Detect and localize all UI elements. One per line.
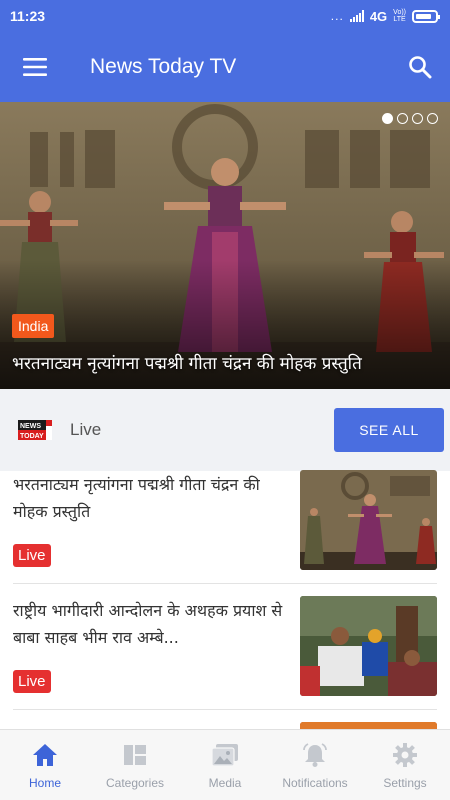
featured-story-carousel[interactable]: India भरतनाट्यम नृत्यांगना पद्मश्री गीता… xyxy=(0,102,450,389)
carousel-dot[interactable] xyxy=(427,113,438,124)
status-indicators: ... 4G Vo)) LTE xyxy=(330,8,440,24)
nav-media-label: Media xyxy=(208,776,242,790)
status-bar: 11:23 ... 4G Vo)) LTE xyxy=(0,0,450,32)
news-item-title[interactable]: भरतनाट्यम नृत्यांगना पद्मश्री गीता चंद्र… xyxy=(13,471,283,525)
battery-level xyxy=(416,13,431,19)
nav-categories-label: Categories xyxy=(105,776,165,790)
notification-dots: ... xyxy=(330,9,344,23)
live-badge: Live xyxy=(13,670,51,693)
carousel-dot[interactable] xyxy=(397,113,408,124)
channel-logo-image: NEWS TODAY xyxy=(18,420,52,440)
search-button[interactable] xyxy=(390,32,450,102)
bottom-navigation: Home Categories Media Notifications Sett… xyxy=(0,729,450,800)
news-item[interactable]: भरतनाट्यम नृत्यांगना पद्मश्री गीता चंद्र… xyxy=(0,455,450,581)
nav-home[interactable]: Home xyxy=(0,730,90,800)
carousel-dot[interactable] xyxy=(382,113,393,124)
section-title: Live xyxy=(70,420,102,439)
news-item[interactable]: राष्ट्रीय भागीदारी आन्दोलन के अथहक प्रया… xyxy=(0,581,450,707)
news-item-title[interactable]: राष्ट्रीय भागीदारी आन्दोलन के अथहक प्रया… xyxy=(13,597,283,651)
signal-strength-icon xyxy=(349,10,364,22)
nav-notifications-label: Notifications xyxy=(282,776,348,790)
svg-text:TODAY: TODAY xyxy=(20,433,44,440)
categories-icon xyxy=(121,742,149,768)
nav-settings-label: Settings xyxy=(383,776,427,790)
featured-story-image xyxy=(0,102,450,389)
nav-media[interactable]: Media xyxy=(180,730,270,800)
news-item-image xyxy=(300,470,437,570)
news-item-thumbnail[interactable] xyxy=(300,470,437,570)
nav-notifications[interactable]: Notifications xyxy=(270,730,360,800)
hamburger-menu-icon xyxy=(23,58,47,76)
media-icon xyxy=(211,742,239,768)
news-item-image xyxy=(300,596,437,696)
app-bar: News Today TV xyxy=(0,32,450,102)
carousel-dot[interactable] xyxy=(412,113,423,124)
home-icon xyxy=(31,742,59,768)
nav-settings[interactable]: Settings xyxy=(360,730,450,800)
news-today-logo: NEWS TODAY xyxy=(18,420,52,440)
status-time: 11:23 xyxy=(10,8,46,24)
live-badge: Live xyxy=(13,544,51,567)
gear-icon xyxy=(391,742,419,768)
network-type: 4G xyxy=(369,8,388,24)
battery-icon xyxy=(412,9,440,23)
news-item-thumbnail[interactable] xyxy=(300,596,437,696)
bell-icon xyxy=(301,742,329,768)
carousel-indicator[interactable] xyxy=(382,113,438,124)
see-all-button[interactable]: SEE ALL xyxy=(334,408,444,452)
featured-story-title[interactable]: भरतनाट्यम नृत्यांगना पद्मश्री गीता चंद्र… xyxy=(12,352,440,376)
svg-text:NEWS: NEWS xyxy=(20,423,41,430)
nav-home-label: Home xyxy=(28,776,61,790)
menu-button[interactable] xyxy=(0,32,70,102)
category-badge[interactable]: India xyxy=(12,314,55,338)
volte-indicator: Vo)) LTE xyxy=(393,9,406,23)
app-title: News Today TV xyxy=(90,55,237,78)
search-icon xyxy=(409,56,432,79)
app-screen: 11:23 ... 4G Vo)) LTE News Today TV Indi… xyxy=(0,0,450,800)
nav-categories[interactable]: Categories xyxy=(90,730,180,800)
